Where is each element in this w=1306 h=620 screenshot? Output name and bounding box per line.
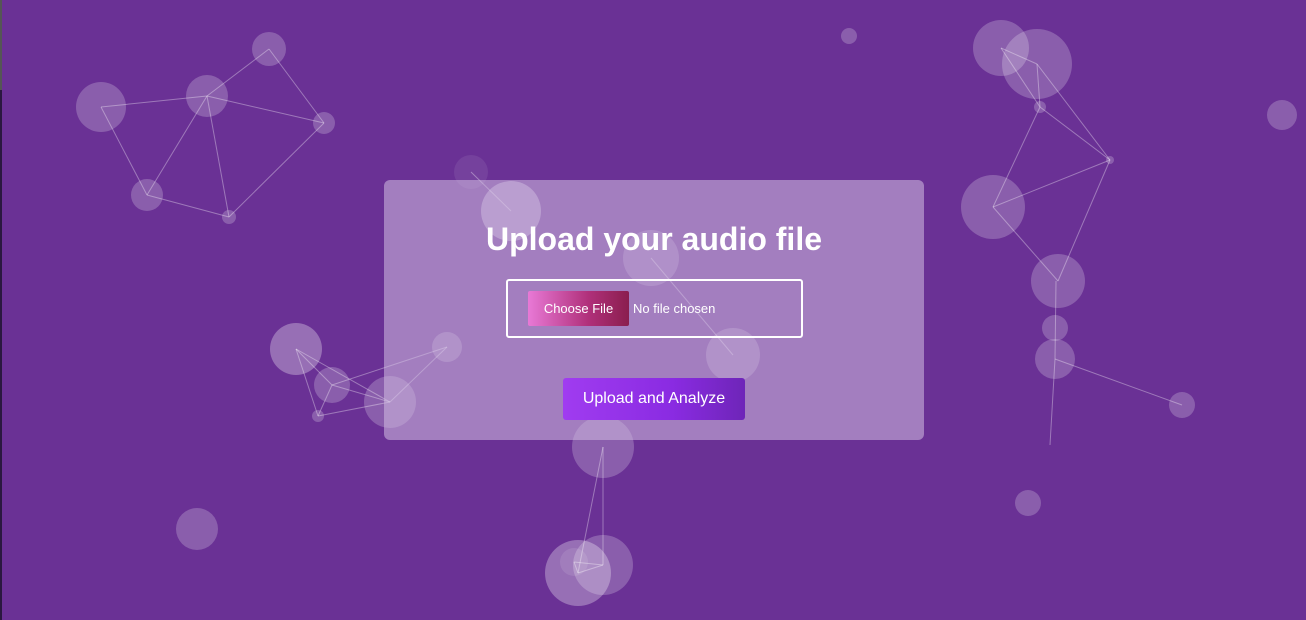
upload-and-analyze-button[interactable]: Upload and Analyze	[563, 378, 745, 420]
upload-title: Upload your audio file	[485, 221, 822, 257]
file-input[interactable]: Choose File No file chosen	[506, 279, 803, 338]
choose-file-button[interactable]: Choose File	[528, 291, 629, 326]
file-status-text: No file chosen	[633, 301, 716, 316]
upload-card: Upload your audio file Choose File No fi…	[384, 180, 924, 440]
